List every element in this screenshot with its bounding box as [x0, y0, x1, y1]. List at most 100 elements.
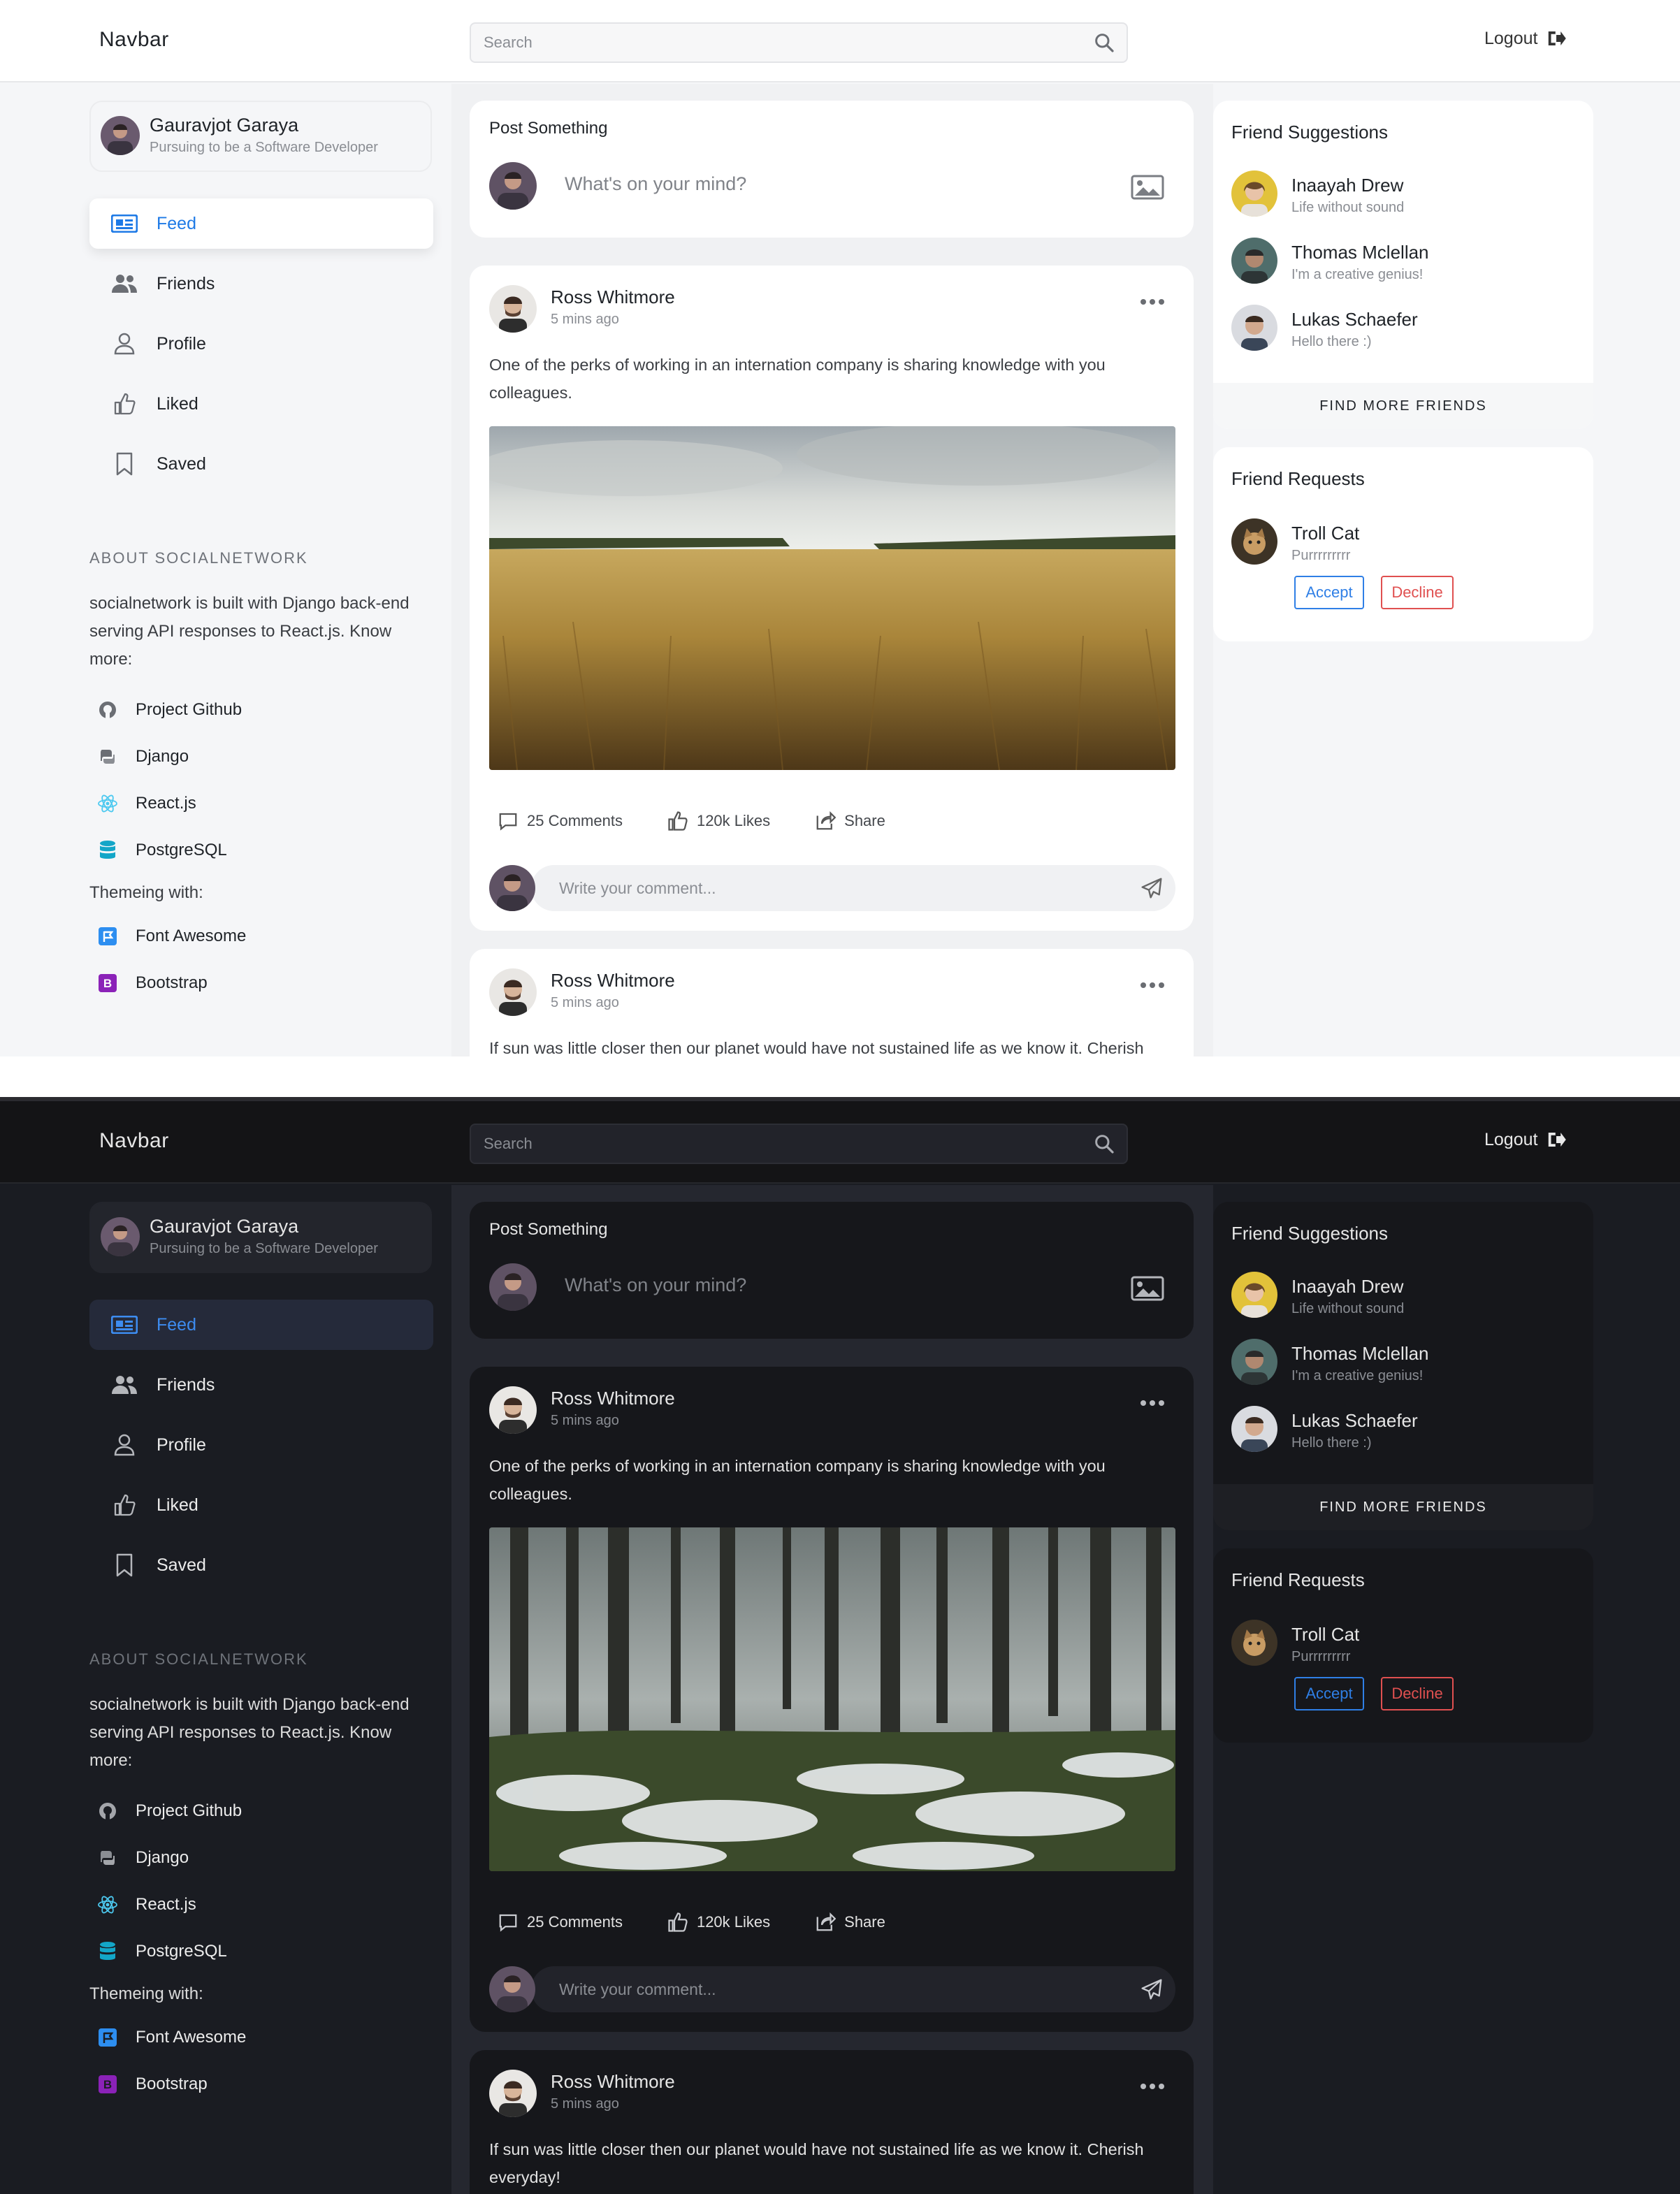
decline-button[interactable]: Decline [1381, 576, 1454, 609]
navbar-brand[interactable]: Navbar [99, 28, 169, 52]
suggestion-item[interactable]: Thomas Mclellan I'm a creative genius! [1231, 238, 1581, 293]
post-image-snowy-forest[interactable] [489, 1527, 1175, 1871]
post-author-name[interactable]: Ross Whitmore [551, 1388, 675, 1409]
post-author-name[interactable]: Ross Whitmore [551, 970, 675, 991]
logout-button[interactable]: Logout [1484, 1129, 1567, 1150]
suggestion-item[interactable]: Lukas Schaefer Hello there :) [1231, 1406, 1581, 1462]
suggestion-item[interactable]: Lukas Schaefer Hello there :) [1231, 305, 1581, 361]
sidebar-item-feed[interactable]: Feed [89, 198, 433, 249]
link-project-github[interactable]: Project Github [89, 686, 439, 733]
request-item[interactable]: Troll Cat Purrrrrrrrr [1231, 1620, 1581, 1676]
python-icon [94, 1844, 122, 1872]
link-bootstrap[interactable]: B Bootstrap [89, 959, 439, 1006]
thumbs-up-icon [110, 390, 138, 418]
suggestion-desc: Hello there :) [1291, 1435, 1372, 1451]
link-bootstrap[interactable]: B Bootstrap [89, 2061, 439, 2107]
sidebar-item-profile[interactable]: Profile [89, 1420, 433, 1470]
user-avatar [101, 1217, 140, 1256]
user-tagline: Pursuing to be a Software Developer [150, 140, 378, 155]
post-author-name[interactable]: Ross Whitmore [551, 2071, 675, 2093]
more-options-icon[interactable] [1140, 1396, 1168, 1410]
link-label: PostgreSQL [136, 1941, 227, 1961]
sidebar-item-liked[interactable]: Liked [89, 1480, 433, 1530]
find-more-friends-button[interactable]: FIND MORE FRIENDS [1213, 1484, 1593, 1530]
sign-out-icon [1549, 1133, 1567, 1147]
search-icon[interactable] [1093, 1133, 1115, 1155]
like-button[interactable]: 120k Likes [667, 1912, 770, 1933]
user-card[interactable]: Gauravjot Garaya Pursuing to be a Softwa… [89, 1202, 432, 1273]
more-options-icon[interactable] [1140, 2079, 1168, 2093]
logout-button[interactable]: Logout [1484, 28, 1567, 49]
suggestion-name: Inaayah Drew [1291, 175, 1404, 196]
link-label: Project Github [136, 699, 242, 719]
newspaper-icon [110, 1311, 138, 1339]
link-font-awesome[interactable]: Font Awesome [89, 2014, 439, 2061]
suggestion-item[interactable]: Thomas Mclellan I'm a creative genius! [1231, 1339, 1581, 1395]
link-label: PostgreSQL [136, 840, 227, 859]
image-upload-icon[interactable] [1131, 175, 1164, 200]
post-author-avatar[interactable] [489, 1386, 537, 1434]
sidebar-item-saved[interactable]: Saved [89, 1540, 433, 1590]
sidebar-item-saved[interactable]: Saved [89, 439, 433, 489]
sidebar-item-profile[interactable]: Profile [89, 319, 433, 369]
link-django[interactable]: Django [89, 1834, 439, 1881]
search-icon[interactable] [1093, 31, 1115, 54]
image-upload-icon[interactable] [1131, 1276, 1164, 1301]
post-image-wheat-field[interactable] [489, 426, 1175, 770]
post-author-avatar[interactable] [489, 968, 537, 1016]
share-button[interactable]: Share [815, 1912, 885, 1933]
comments-count: 25 Comments [527, 1913, 623, 1931]
theming-title: Themeing with: [89, 1984, 203, 2003]
post-author-avatar[interactable] [489, 285, 537, 333]
link-postgresql[interactable]: PostgreSQL [89, 1928, 439, 1975]
screen-separator [0, 1056, 1680, 1101]
sidebar-item-label: Friends [157, 1374, 215, 1395]
post-author-name[interactable]: Ross Whitmore [551, 286, 675, 308]
sign-out-icon [1549, 31, 1567, 45]
share-button[interactable]: Share [815, 811, 885, 831]
search-input[interactable] [471, 1125, 1072, 1163]
request-item[interactable]: Troll Cat Purrrrrrrrr [1231, 518, 1581, 574]
user-card[interactable]: Gauravjot Garaya Pursuing to be a Softwa… [89, 101, 432, 172]
suggestion-avatar [1231, 170, 1277, 217]
suggestion-item[interactable]: Inaayah Drew Life without sound [1231, 1272, 1581, 1328]
sidebar-item-liked[interactable]: Liked [89, 379, 433, 429]
font-awesome-icon [94, 2024, 122, 2051]
navbar-brand[interactable]: Navbar [99, 1129, 169, 1153]
link-label: Bootstrap [136, 2074, 208, 2093]
like-button[interactable]: 120k Likes [667, 811, 770, 831]
accept-button[interactable]: Accept [1294, 1677, 1364, 1710]
suggestion-name: Lukas Schaefer [1291, 309, 1418, 330]
link-reactjs[interactable]: React.js [89, 780, 439, 827]
sidebar-item-feed[interactable]: Feed [89, 1300, 433, 1350]
post-composer: Post Something What's on your mind? [470, 1202, 1194, 1339]
paper-plane-icon[interactable] [1140, 877, 1163, 899]
post-time: 5 mins ago [551, 995, 619, 1010]
link-label: Django [136, 1847, 189, 1867]
link-project-github[interactable]: Project Github [89, 1787, 439, 1834]
accept-button[interactable]: Accept [1294, 576, 1364, 609]
comments-button[interactable]: 25 Comments [498, 811, 623, 831]
more-options-icon[interactable] [1140, 978, 1168, 992]
paper-plane-icon[interactable] [1140, 1978, 1163, 2000]
comment-input[interactable] [559, 1966, 1118, 2012]
comments-count: 25 Comments [527, 812, 623, 829]
more-options-icon[interactable] [1140, 295, 1168, 309]
sidebar-item-friends[interactable]: Friends [89, 259, 433, 309]
sidebar-item-friends[interactable]: Friends [89, 1360, 433, 1410]
find-more-friends-button[interactable]: FIND MORE FRIENDS [1213, 383, 1593, 429]
post-composer-input[interactable]: What's on your mind? [565, 1274, 746, 1296]
comments-button[interactable]: 25 Comments [498, 1912, 623, 1933]
link-font-awesome[interactable]: Font Awesome [89, 913, 439, 959]
link-django[interactable]: Django [89, 733, 439, 780]
post-author-avatar[interactable] [489, 2070, 537, 2117]
link-reactjs[interactable]: React.js [89, 1881, 439, 1928]
comment-input[interactable] [559, 865, 1118, 911]
search-input[interactable] [471, 24, 1072, 61]
suggestion-item[interactable]: Inaayah Drew Life without sound [1231, 170, 1581, 226]
database-icon [94, 1938, 122, 1966]
link-postgresql[interactable]: PostgreSQL [89, 827, 439, 873]
bootstrap-icon: B [94, 2070, 122, 2098]
decline-button[interactable]: Decline [1381, 1677, 1454, 1710]
post-composer-input[interactable]: What's on your mind? [565, 173, 746, 195]
